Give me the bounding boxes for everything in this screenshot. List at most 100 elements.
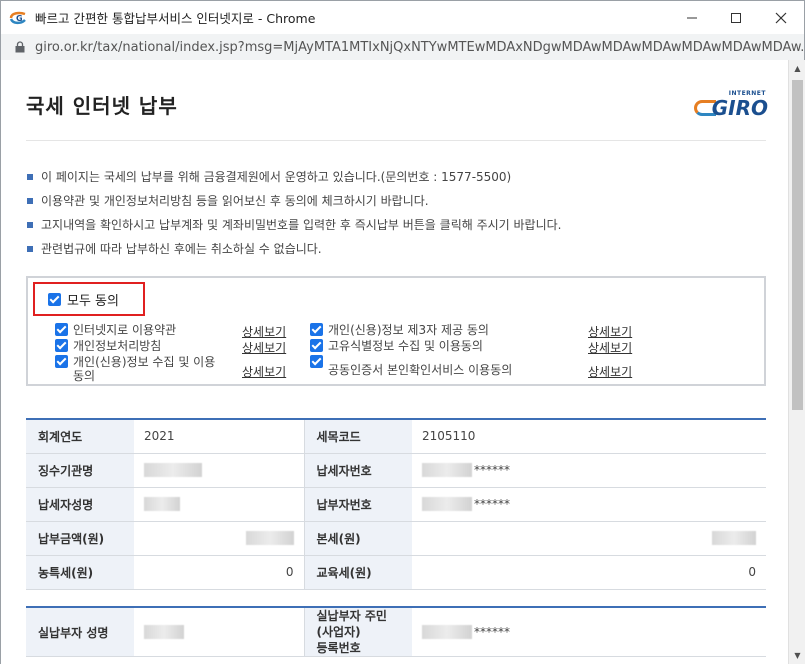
- url-text: giro.or.kr/tax/national/index.jsp?msg=Mj…: [35, 39, 804, 55]
- logo-big-text: GIRO: [711, 96, 768, 120]
- minimize-button[interactable]: [669, 1, 715, 35]
- term-third-party[interactable]: 개인(신용)정보 제3자 제공 동의: [310, 323, 489, 337]
- browser-titlebar: G 빠르고 간편한 통합납부서비스 인터넷지로 - Chrome: [0, 0, 805, 34]
- maximize-button[interactable]: [713, 1, 759, 35]
- table-row: 징수기관명 납세자번호 ******: [26, 453, 766, 488]
- notice-list: 이 페이지는 국세의 납부를 위해 금융결제원에서 운영하고 있습니다.(문의번…: [26, 168, 766, 264]
- square-bullet-icon: [27, 174, 33, 180]
- term-credit-info-collect[interactable]: 개인(신용)정보 수집 및 이용 동의: [55, 355, 215, 383]
- scroll-down-icon[interactable]: ▼: [789, 647, 805, 664]
- agree-all-highlight[interactable]: 모두 동의: [33, 282, 145, 316]
- notice-item: 이용약관 및 개인정보처리방침 등을 읽어보신 후 동의에 체크하시기 바랍니다…: [26, 192, 766, 216]
- value-rural-tax: 0: [134, 555, 305, 590]
- close-button[interactable]: [758, 1, 804, 35]
- minimize-icon: [687, 17, 697, 19]
- terms-agreement-box: 모두 동의 인터넷지로 이용약관 상세보기 개인정보처리방침 상세보기 개인(신…: [26, 276, 766, 386]
- value-education-tax: 0: [412, 555, 766, 590]
- value-payer-number: ******: [412, 487, 766, 522]
- label-taxpayer-name: 납세자성명: [26, 487, 134, 522]
- label-rural-tax: 농특세(원): [26, 555, 134, 590]
- term-label: 개인(신용)정보 수집 및 이용: [73, 355, 216, 369]
- label-payer-number: 납부자번호: [304, 487, 412, 522]
- term-cert-auth[interactable]: 공동인증서 본인확인서비스 이용동의: [310, 355, 512, 377]
- svg-text:G: G: [16, 14, 23, 23]
- detail-link-third-party[interactable]: 상세보기: [588, 323, 632, 340]
- label-taxpayer-number: 납세자번호: [304, 453, 412, 488]
- square-bullet-icon: [27, 198, 33, 204]
- page-header: 국세 인터넷 납부: [26, 90, 766, 119]
- term-checkbox[interactable]: [55, 339, 68, 352]
- term-label-continued: 동의: [73, 369, 96, 383]
- page-title: 국세 인터넷 납부: [26, 94, 178, 118]
- value-taxpayer-number: ******: [412, 453, 766, 488]
- square-bullet-icon: [27, 246, 33, 252]
- payment-page: 국세 인터넷 납부 INTERNET GIRO 이 페이지는 국세의 납부를 위…: [4, 60, 780, 664]
- actual-payer-table: 실납부자 성명 실납부자 주민(사업자) 등록번호 ******: [26, 606, 766, 657]
- table-row: 납세자성명 납부자번호 ******: [26, 487, 766, 522]
- redacted-value: [422, 463, 472, 478]
- term-checkbox[interactable]: [55, 355, 68, 368]
- detail-link-cert-auth[interactable]: 상세보기: [588, 363, 632, 380]
- redacted-value: [712, 531, 756, 546]
- term-checkbox[interactable]: [310, 339, 323, 352]
- value-payment-amount: [134, 521, 305, 556]
- term-label: 개인(신용)정보 제3자 제공 동의: [328, 323, 489, 337]
- agree-all-label: 모두 동의: [67, 293, 119, 309]
- term-internet-giro[interactable]: 인터넷지로 이용약관: [55, 323, 176, 337]
- header-divider: [26, 140, 766, 141]
- value-actual-payer-id[interactable]: ******: [412, 607, 766, 657]
- scrollbar-thumb[interactable]: [792, 80, 803, 410]
- notice-item: 고지내역을 확인하시고 납부계좌 및 계좌비밀번호를 입력한 후 즉시납부 버튼…: [26, 216, 766, 240]
- label-collecting-agency: 징수기관명: [26, 453, 134, 488]
- redacted-value: [422, 625, 472, 640]
- term-unique-id[interactable]: 고유식별정보 수집 및 이용동의: [310, 339, 483, 353]
- term-privacy-policy[interactable]: 개인정보처리방침: [55, 339, 161, 353]
- detail-link-privacy-policy[interactable]: 상세보기: [242, 339, 286, 356]
- redacted-value: [144, 463, 202, 478]
- label-tax-code: 세목코드: [304, 419, 412, 454]
- term-label: 개인정보처리방침: [73, 339, 162, 353]
- scroll-up-icon[interactable]: ▲: [789, 60, 805, 77]
- value-tax-code: 2105110: [412, 419, 766, 454]
- term-label: 고유식별정보 수집 및 이용동의: [328, 339, 483, 353]
- giro-app-icon: G: [9, 11, 27, 25]
- notice-item: 이 페이지는 국세의 납부를 위해 금융결제원에서 운영하고 있습니다.(문의번…: [26, 168, 766, 192]
- value-actual-payer-name[interactable]: [134, 607, 305, 657]
- detail-link-internet-giro[interactable]: 상세보기: [242, 323, 286, 340]
- lock-icon: [15, 41, 25, 53]
- close-icon: [775, 12, 787, 24]
- redacted-value: [245, 531, 294, 546]
- value-taxpayer-name: [134, 487, 305, 522]
- label-principal-tax: 본세(원): [304, 521, 412, 556]
- label-education-tax: 교육세(원): [304, 555, 412, 590]
- label-payment-amount: 납부금액(원): [26, 521, 134, 556]
- window-title: 빠르고 간편한 통합납부서비스 인터넷지로 - Chrome: [35, 11, 316, 26]
- notice-item: 관련법규에 따라 납부하신 후에는 취소하실 수 없습니다.: [26, 240, 766, 264]
- value-fiscal-year: 2021: [134, 419, 305, 454]
- square-bullet-icon: [27, 222, 33, 228]
- redacted-value: [144, 497, 180, 512]
- table-row: 납부금액(원) 본세(원): [26, 521, 766, 556]
- tax-info-table: 회계연도 2021 세목코드 2105110 징수기관명 납세자번호 *****…: [26, 418, 766, 590]
- redacted-value: [144, 625, 184, 640]
- label-actual-payer-id: 실납부자 주민(사업자) 등록번호: [304, 607, 412, 657]
- term-label: 공동인증서 본인확인서비스 이용동의: [328, 363, 513, 377]
- maximize-icon: [731, 13, 741, 23]
- term-checkbox[interactable]: [310, 323, 323, 336]
- detail-link-unique-id[interactable]: 상세보기: [588, 339, 632, 356]
- vertical-scrollbar[interactable]: ▲ ▼: [788, 60, 805, 664]
- term-checkbox[interactable]: [55, 323, 68, 336]
- term-label: 인터넷지로 이용약관: [73, 323, 177, 337]
- value-principal-tax: [412, 521, 766, 556]
- redacted-value: [422, 497, 472, 512]
- table-row: 농특세(원) 0 교육세(원) 0: [26, 555, 766, 590]
- label-actual-payer-name: 실납부자 성명: [26, 607, 134, 657]
- table-row: 회계연도 2021 세목코드 2105110: [26, 419, 766, 454]
- detail-link-credit-info-collect[interactable]: 상세보기: [242, 363, 286, 380]
- agree-all-checkbox[interactable]: [48, 292, 61, 306]
- address-bar[interactable]: giro.or.kr/tax/national/index.jsp?msg=Mj…: [0, 34, 805, 60]
- page-viewport: 국세 인터넷 납부 INTERNET GIRO 이 페이지는 국세의 납부를 위…: [0, 60, 805, 664]
- term-checkbox[interactable]: [310, 355, 323, 368]
- value-collecting-agency: [134, 453, 305, 488]
- label-fiscal-year: 회계연도: [26, 419, 134, 454]
